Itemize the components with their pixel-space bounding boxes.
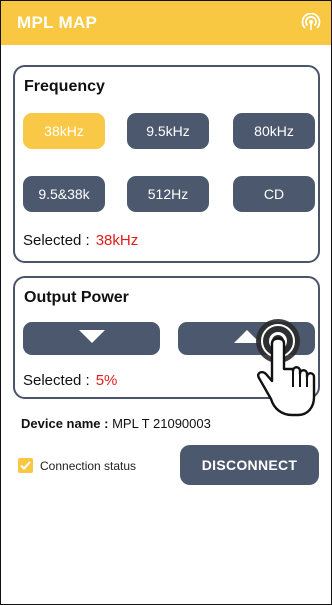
connection-checkbox[interactable] <box>18 458 33 473</box>
frequency-selected-value: 38kHz <box>95 232 139 249</box>
broadcast-icon[interactable] <box>301 13 321 33</box>
connection-status-row[interactable]: Connection status <box>18 458 136 473</box>
frequency-title: Frequency <box>24 78 105 95</box>
app-title: MPL MAP <box>17 13 98 32</box>
frequency-selected-row: Selected : 38kHz <box>23 232 138 249</box>
device-name-value: MPL T 21090003 <box>112 416 211 431</box>
frequency-panel: Frequency 38kHz 9.5kHz 80kHz 9.5&38k 512… <box>13 65 320 263</box>
power-selected-row: Selected : 5% <box>23 372 117 389</box>
freq-9-5khz-button[interactable]: 9.5kHz <box>127 113 209 149</box>
freq-512hz-button[interactable]: 512Hz <box>127 176 209 212</box>
frequency-selected-label: Selected : <box>23 232 90 249</box>
freq-38khz-button[interactable]: 38kHz <box>23 113 105 149</box>
power-down-button[interactable] <box>23 322 160 355</box>
down-arrow-icon <box>78 330 105 347</box>
tap-hand-icon <box>246 317 326 422</box>
connection-status-label: Connection status <box>40 458 137 473</box>
app-bar: MPL MAP <box>1 1 331 45</box>
freq-9-5-38k-button[interactable]: 9.5&38k <box>23 176 105 212</box>
disconnect-button[interactable]: DISCONNECT <box>180 445 319 485</box>
freq-80khz-button[interactable]: 80kHz <box>233 113 315 149</box>
device-name-row: Device name : MPL T 21090003 <box>21 416 211 431</box>
power-selected-label: Selected : <box>23 372 90 389</box>
freq-cd-button[interactable]: CD <box>233 176 315 212</box>
device-name-label: Device name : <box>21 416 109 431</box>
power-selected-value: 5% <box>95 372 118 389</box>
output-power-title: Output Power <box>24 289 129 306</box>
phone-screen: MPL MAP Frequency 38kHz 9.5kHz 80kHz 9.5… <box>0 0 332 605</box>
